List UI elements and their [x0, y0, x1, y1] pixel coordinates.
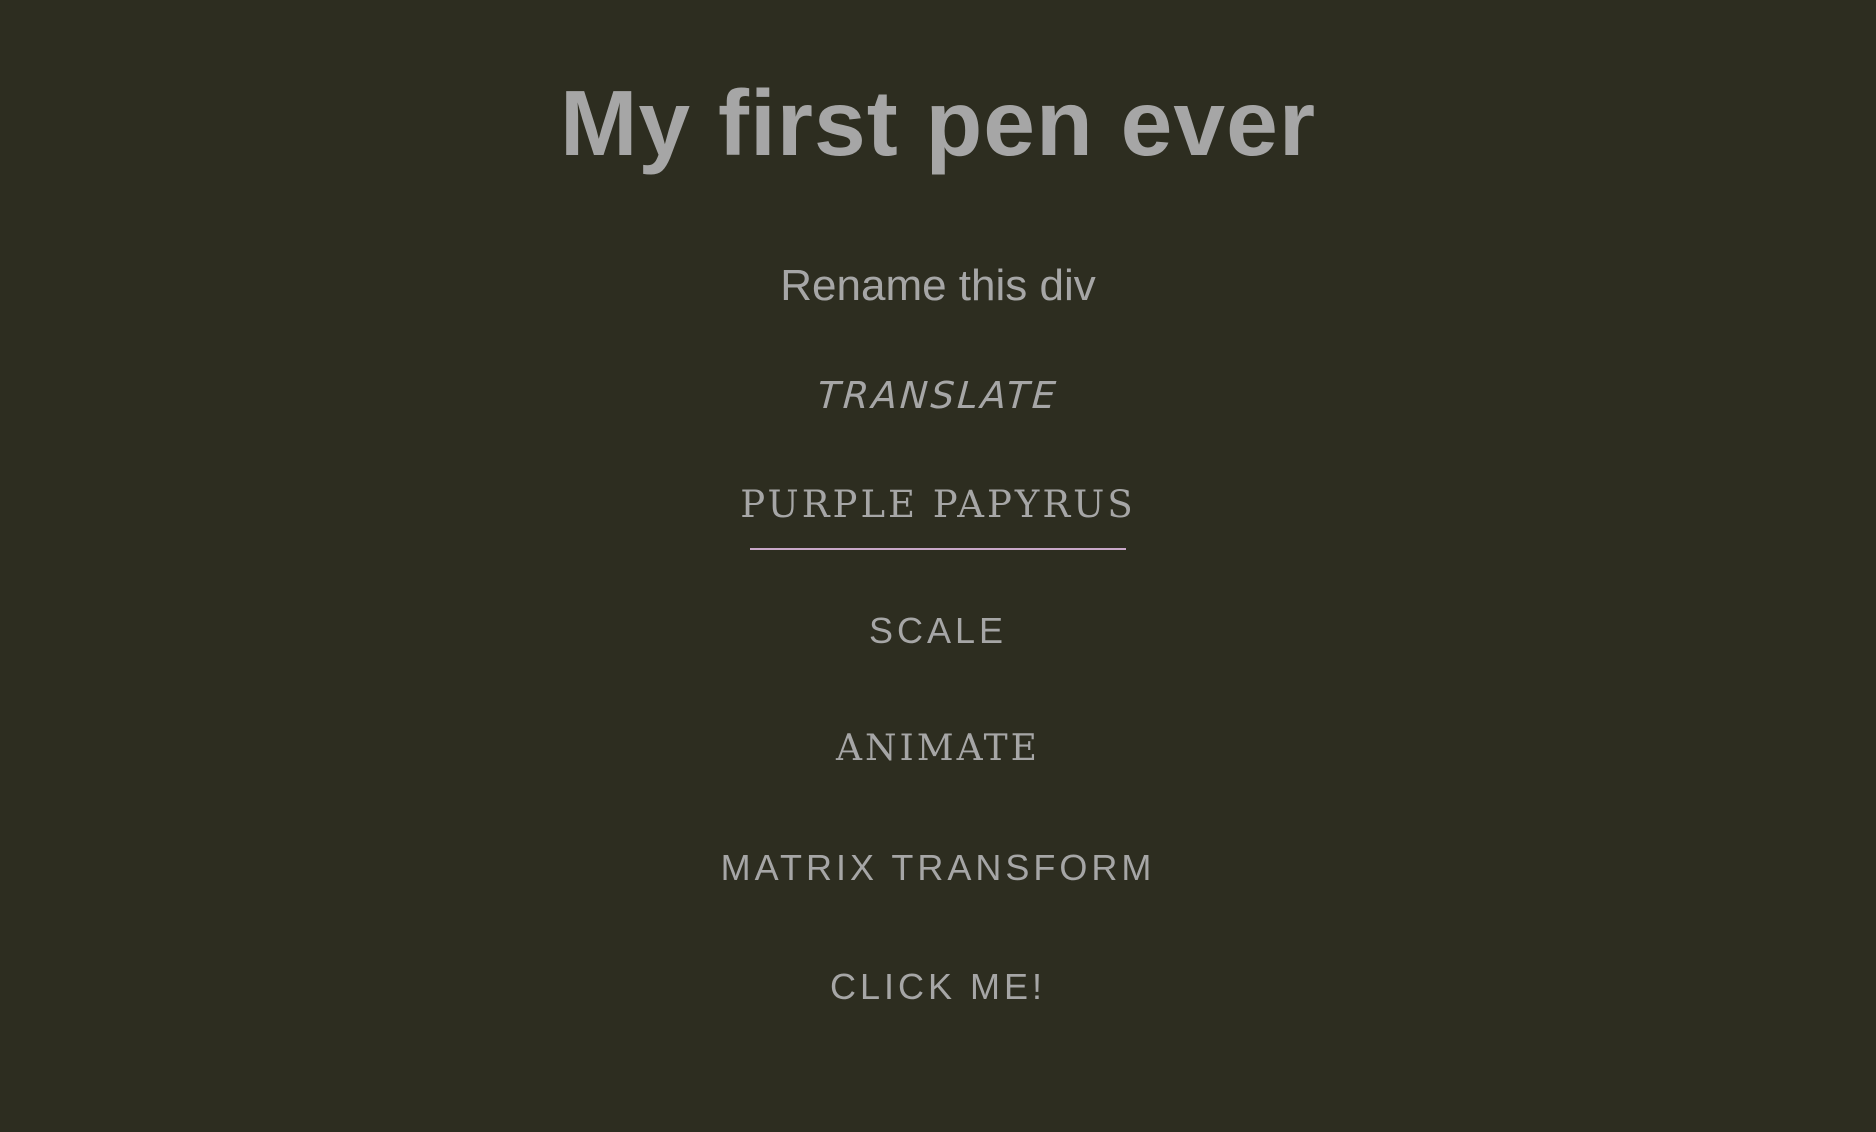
- purple-papyrus-button[interactable]: Purple Papyrus: [0, 481, 1876, 529]
- click-me-button[interactable]: Click Me!: [0, 963, 1876, 1011]
- matrix-transform-label: Matrix Transform: [720, 847, 1156, 888]
- purple-papyrus-label: Purple Papyrus: [740, 483, 1136, 526]
- translate-label: Translate: [816, 374, 1061, 417]
- page-title: My first pen ever: [559, 71, 1317, 175]
- click-me-label: Click Me!: [829, 966, 1047, 1007]
- scale-label: Scale: [868, 610, 1008, 651]
- page: My first pen ever Rename this div Transl…: [0, 0, 1876, 1132]
- animate-button[interactable]: Animate: [0, 725, 1876, 773]
- animate-label: Animate: [836, 728, 1040, 769]
- rename-div[interactable]: Rename this div: [0, 259, 1876, 313]
- matrix-transform-button[interactable]: Matrix Transform: [0, 844, 1876, 892]
- purple-papyrus-underline: [750, 548, 1126, 550]
- translate-button[interactable]: Translate: [0, 372, 1876, 420]
- scale-button[interactable]: Scale: [0, 607, 1876, 655]
